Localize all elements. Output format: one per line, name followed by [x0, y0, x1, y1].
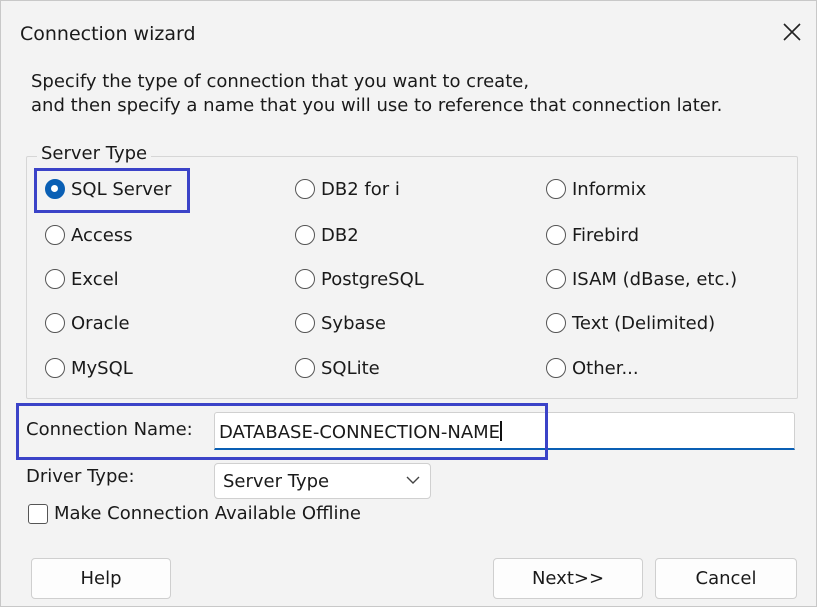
- connection-name-value: DATABASE-CONNECTION-NAME: [219, 421, 502, 443]
- radio-button: [295, 269, 315, 289]
- radio-button-checked: [45, 179, 65, 199]
- chevron-down-icon: [406, 476, 420, 484]
- help-button-label: Help: [80, 568, 122, 589]
- window-title: Connection wizard: [20, 23, 196, 45]
- radio-button: [295, 313, 315, 333]
- radio-postgresql[interactable]: PostgreSQL: [295, 266, 424, 292]
- connection-wizard-dialog: Connection wizard Specify the type of co…: [0, 0, 817, 607]
- radio-firebird[interactable]: Firebird: [546, 222, 639, 248]
- radio-button: [546, 225, 566, 245]
- radio-label: MySQL: [71, 357, 133, 379]
- radio-oracle[interactable]: Oracle: [45, 310, 130, 336]
- radio-excel[interactable]: Excel: [45, 266, 119, 292]
- radio-label: SQL Server: [71, 178, 172, 200]
- intro-line-1: Specify the type of connection that you …: [31, 71, 530, 92]
- radio-label: Other...: [572, 357, 639, 379]
- radio-label: Informix: [572, 178, 647, 200]
- connection-name-input[interactable]: DATABASE-CONNECTION-NAME: [214, 412, 795, 450]
- radio-mysql[interactable]: MySQL: [45, 355, 133, 381]
- radio-label: DB2: [321, 224, 359, 246]
- help-button[interactable]: Help: [31, 558, 171, 599]
- radio-label: DB2 for i: [321, 178, 400, 200]
- driver-type-value: Server Type: [223, 471, 330, 492]
- connection-name-label: Connection Name:: [26, 419, 193, 440]
- radio-db2[interactable]: DB2: [295, 222, 359, 248]
- radio-label: Excel: [71, 268, 119, 290]
- radio-label: SQLite: [321, 357, 380, 379]
- intro-text: Specify the type of connection that you …: [31, 70, 722, 118]
- radio-sybase[interactable]: Sybase: [295, 310, 386, 336]
- radio-access[interactable]: Access: [45, 222, 133, 248]
- radio-other[interactable]: Other...: [546, 355, 639, 381]
- radio-button: [45, 313, 65, 333]
- text-caret: [500, 421, 502, 441]
- driver-type-select[interactable]: Server Type: [214, 463, 431, 499]
- radio-button: [546, 313, 566, 333]
- radio-button: [546, 179, 566, 199]
- server-type-legend: Server Type: [37, 143, 152, 164]
- radio-sql-server[interactable]: SQL Server: [45, 176, 171, 202]
- radio-button: [295, 179, 315, 199]
- radio-label: Oracle: [71, 312, 130, 334]
- intro-line-2: and then specify a name that you will us…: [31, 95, 723, 116]
- cancel-button-label: Cancel: [695, 568, 757, 589]
- title-bar: Connection wizard: [1, 1, 816, 63]
- offline-checkbox-row[interactable]: Make Connection Available Offline: [28, 503, 361, 524]
- radio-label: Firebird: [572, 224, 640, 246]
- offline-checkbox-label: Make Connection Available Offline: [54, 503, 361, 524]
- radio-label: Access: [71, 224, 133, 246]
- radio-button: [546, 269, 566, 289]
- cancel-button[interactable]: Cancel: [655, 558, 797, 599]
- driver-type-label: Driver Type:: [26, 466, 135, 487]
- radio-label: ISAM (dBase, etc.): [572, 268, 738, 290]
- radio-label: Sybase: [321, 312, 386, 334]
- radio-text-delimited[interactable]: Text (Delimited): [546, 310, 715, 336]
- radio-informix[interactable]: Informix: [546, 176, 646, 202]
- close-button[interactable]: [772, 13, 812, 51]
- radio-sqlite[interactable]: SQLite: [295, 355, 380, 381]
- close-icon: [783, 23, 801, 41]
- next-button[interactable]: Next>>: [493, 558, 643, 599]
- radio-label: Text (Delimited): [572, 312, 716, 334]
- radio-db2-for-i[interactable]: DB2 for i: [295, 176, 400, 202]
- radio-button: [45, 225, 65, 245]
- radio-isam[interactable]: ISAM (dBase, etc.): [546, 266, 737, 292]
- next-button-label: Next>>: [531, 568, 605, 589]
- radio-button: [45, 358, 65, 378]
- radio-button: [295, 225, 315, 245]
- radio-button: [295, 358, 315, 378]
- radio-button: [546, 358, 566, 378]
- radio-button: [45, 269, 65, 289]
- radio-label: PostgreSQL: [321, 268, 424, 290]
- offline-checkbox[interactable]: [28, 503, 48, 524]
